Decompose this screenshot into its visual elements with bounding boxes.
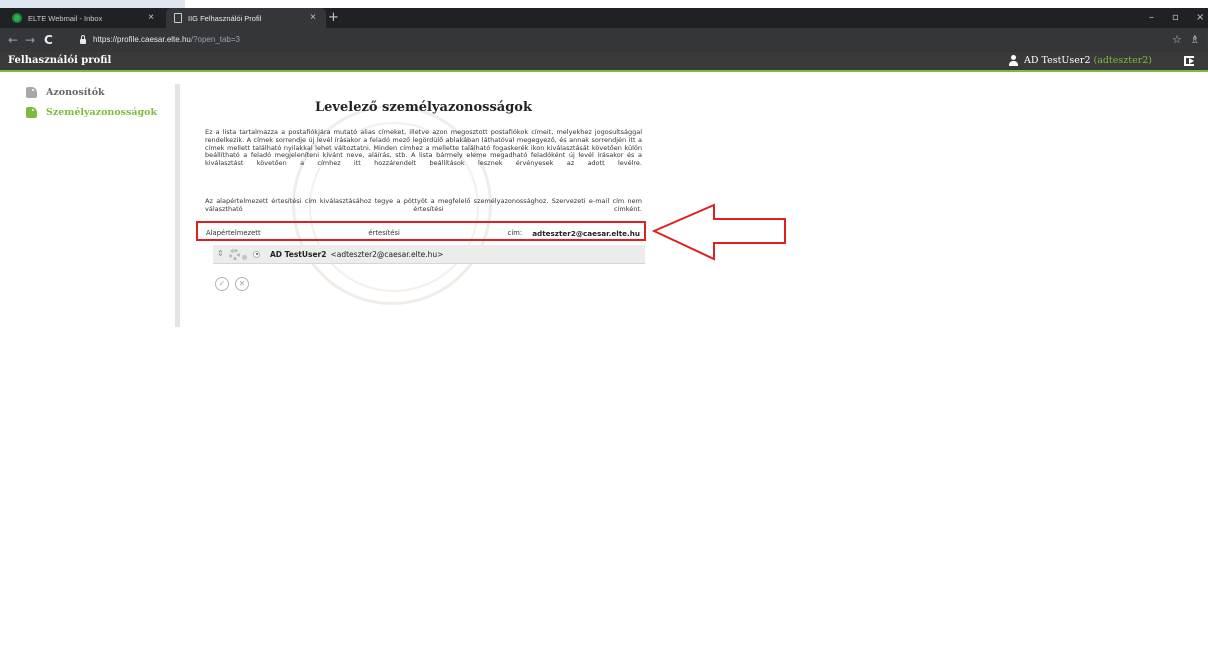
- lock-icon: [80, 34, 86, 44]
- url-field[interactable]: https://profile.caesar.elte.hu/?open_tab…: [80, 31, 1165, 48]
- sidebar-item-szemelyazonossagok[interactable]: Személyazonosságok: [26, 107, 157, 118]
- close-window-button[interactable]: ×: [1196, 11, 1204, 25]
- tag-icon: [26, 87, 37, 98]
- gear-icon[interactable]: [229, 248, 240, 260]
- gear-small-icon: [242, 254, 247, 260]
- screen-top-strip: [0, 0, 1208, 8]
- description-paragraph: Ez a lista tartalmazza a postafiókjára m…: [205, 128, 642, 168]
- extension-icon[interactable]: ♗: [1190, 33, 1200, 47]
- minimize-button[interactable]: –: [1149, 11, 1154, 25]
- sidebar-item-label: Személyazonosságok: [46, 107, 158, 118]
- sidebar: Azonosítók Személyazonosságok: [0, 74, 180, 328]
- sidebar-divider: [175, 84, 180, 327]
- browser-tab-profile[interactable]: IIG Felhasználói Profil ×: [166, 8, 326, 28]
- back-button[interactable]: ←: [8, 33, 18, 47]
- cancel-button[interactable]: ✕: [235, 277, 249, 291]
- description-paragraph-default: Az alapértelmezett értesítési cím kivála…: [205, 197, 642, 213]
- tab-close-icon[interactable]: ×: [310, 12, 316, 24]
- screen-top-strip-accent: [0, 0, 185, 8]
- maximize-button[interactable]: ▫: [1172, 11, 1179, 25]
- sidebar-item-label: Azonosítók: [46, 87, 105, 98]
- forward-button[interactable]: →: [25, 33, 35, 47]
- app-title: Felhasználói profil: [8, 55, 112, 66]
- user-login: (adteszter2): [1093, 55, 1152, 66]
- default-identity-radio[interactable]: [253, 250, 260, 258]
- tab-title: ELTE Webmail - Inbox: [28, 13, 103, 23]
- page-favicon-icon: [174, 13, 182, 23]
- logout-icon[interactable]: [1184, 56, 1194, 66]
- url-path: /?open_tab=3: [190, 35, 241, 44]
- browser-address-bar: ← → C https://profile.caesar.elte.hu/?op…: [0, 28, 1208, 52]
- reload-button[interactable]: C: [44, 33, 53, 47]
- user-menu[interactable]: AD TestUser2 (adteszter2): [1008, 55, 1152, 66]
- browser-menu-icon[interactable]: ⋮: [1203, 33, 1208, 47]
- tab-close-icon[interactable]: ×: [148, 12, 154, 24]
- elte-webmail-favicon-icon: [12, 13, 22, 23]
- new-tab-button[interactable]: +: [328, 10, 339, 26]
- identity-email: <adteszter2@caesar.elte.hu>: [330, 249, 444, 259]
- annotation-arrow-icon: [652, 203, 786, 261]
- browser-tab-bar: ELTE Webmail - Inbox × IIG Felhasználói …: [0, 8, 1208, 28]
- browser-tab-webmail[interactable]: ELTE Webmail - Inbox ×: [4, 8, 164, 28]
- confirm-button[interactable]: ✓: [215, 277, 229, 291]
- app-header: Felhasználói profil AD TestUser2 (adtesz…: [0, 52, 1208, 72]
- action-buttons: ✓ ✕: [215, 277, 255, 291]
- user-name: AD TestUser2: [1023, 55, 1091, 66]
- identity-name: AD TestUser2: [270, 249, 327, 259]
- user-icon: [1008, 55, 1018, 66]
- identity-row[interactable]: ⇕ AD TestUser2 <adteszter2@caesar.elte.h…: [213, 245, 645, 264]
- tab-title: IIG Felhasználói Profil: [188, 13, 262, 23]
- reorder-arrows-icon[interactable]: ⇕: [217, 250, 224, 258]
- bookmark-star-icon[interactable]: ☆: [1172, 33, 1182, 47]
- url-host: https://profile.caesar.elte.hu: [93, 35, 191, 44]
- tag-icon: [26, 107, 37, 118]
- sidebar-item-azonositok[interactable]: Azonosítók: [26, 87, 105, 98]
- page-title: Levelező személyazonosságok: [315, 100, 532, 115]
- main-content: Levelező személyazonosságok Ez a lista t…: [205, 74, 645, 324]
- annotation-highlight-box: [196, 221, 646, 241]
